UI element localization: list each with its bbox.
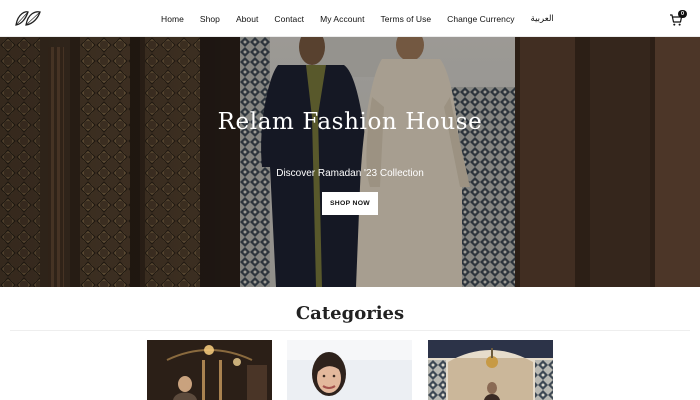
nav-home[interactable]: Home [161,14,184,24]
section-divider [10,330,690,331]
double-leaf-logo-icon[interactable] [14,9,42,27]
nav-my-account[interactable]: My Account [320,14,364,24]
nav-terms-of-use[interactable]: Terms of Use [381,14,432,24]
category-card[interactable] [147,340,272,400]
category-image [428,340,553,400]
shop-now-button[interactable]: SHOP NOW [322,192,378,215]
nav-language-arabic[interactable]: العربية [531,14,554,24]
cart-button[interactable]: 0 [669,10,689,28]
hero-title: Relam Fashion House [217,109,483,135]
hero-subtitle: Discover Ramadan '23 Collection [276,168,424,179]
category-card[interactable] [428,340,553,400]
nav-about[interactable]: About [236,14,258,24]
category-image [287,340,412,400]
main-nav: Home Shop About Contact My Account Terms… [161,0,570,37]
categories-heading: Categories [295,303,405,324]
hero-background-image [0,37,700,287]
nav-shop[interactable]: Shop [200,14,220,24]
site-header: Home Shop About Contact My Account Terms… [0,0,700,37]
nav-change-currency[interactable]: Change Currency [447,14,514,24]
cart-count-badge: 0 [678,10,687,18]
nav-contact[interactable]: Contact [274,14,304,24]
category-card[interactable] [287,340,412,400]
category-image [147,340,272,400]
hero-banner: Relam Fashion House Discover Ramadan '23… [0,37,700,287]
